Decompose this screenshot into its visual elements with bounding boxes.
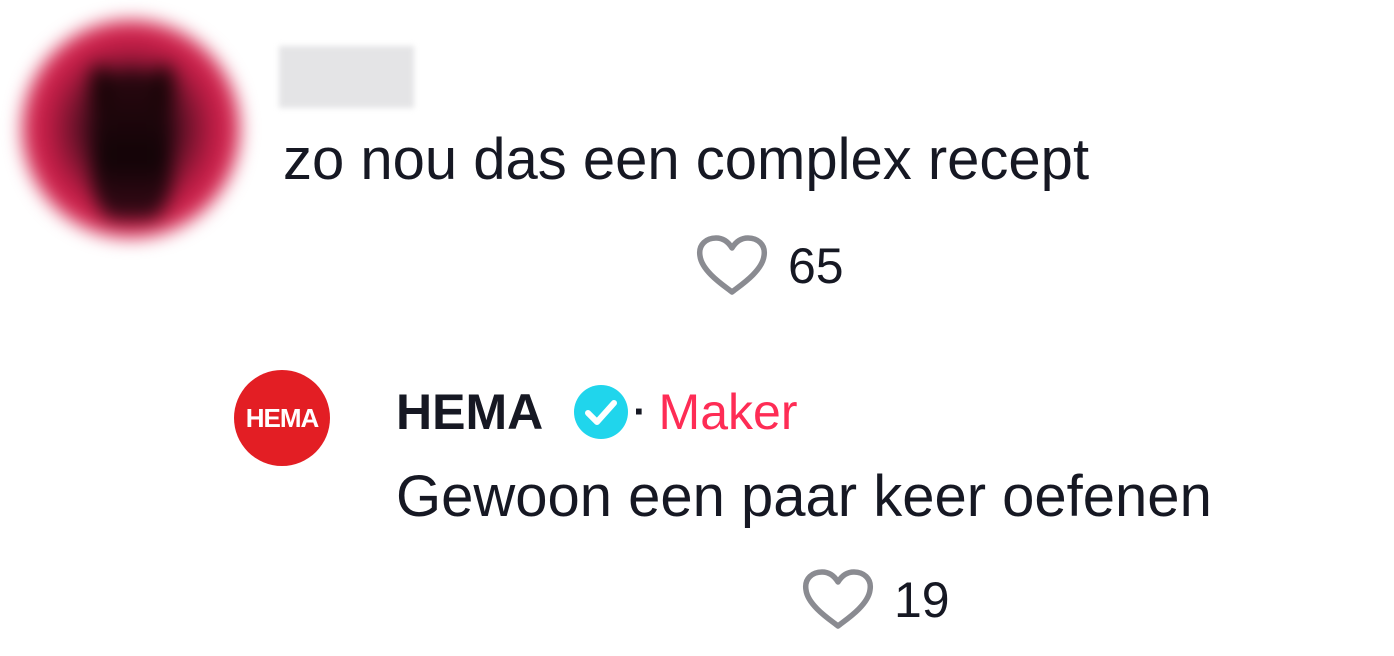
heart-outline-icon[interactable] xyxy=(696,234,768,298)
creator-badge: Maker xyxy=(658,384,798,440)
avatar-detail xyxy=(154,65,174,115)
like-count: 19 xyxy=(894,572,950,628)
reply-username[interactable]: HEMA xyxy=(396,383,543,441)
reply-header: HEMA · Maker xyxy=(396,380,797,444)
verified-check-icon xyxy=(574,385,629,439)
like-button[interactable]: 65 xyxy=(696,234,844,298)
avatar-logo-text: HEMA xyxy=(245,402,320,433)
like-button[interactable]: 19 xyxy=(802,568,950,632)
like-count: 65 xyxy=(788,238,844,294)
heart-outline-icon[interactable] xyxy=(802,568,874,632)
reply-text: Gewoon een paar keer oefenen xyxy=(396,464,1212,529)
avatar[interactable]: HEMA xyxy=(234,370,330,466)
comment-username[interactable] xyxy=(279,46,414,108)
avatar-detail xyxy=(90,65,110,115)
comment-text: zo nou das een complex recept xyxy=(283,127,1090,192)
separator-dot: · xyxy=(633,389,647,434)
avatar[interactable] xyxy=(22,20,240,238)
